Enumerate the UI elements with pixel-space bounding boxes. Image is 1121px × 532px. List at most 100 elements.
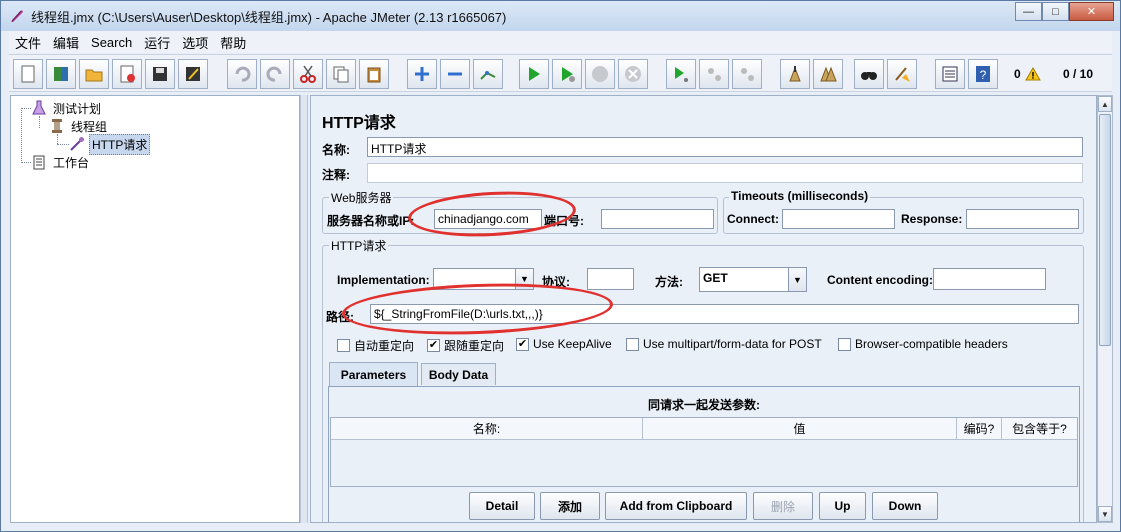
menu-options[interactable]: 选项 (176, 33, 214, 52)
stop-button[interactable] (585, 59, 615, 89)
pane-splitter[interactable] (300, 95, 308, 523)
method-value: GET (703, 271, 728, 285)
checkbox-box (838, 337, 851, 351)
detail-button[interactable]: Detail (469, 492, 535, 520)
browser-headers-checkbox[interactable]: Browser-compatible headers (838, 337, 1008, 351)
comment-label: 注释: (322, 168, 350, 182)
start-icon (529, 67, 540, 81)
delete-button[interactable]: 删除 (753, 492, 813, 520)
tab-parameters[interactable]: Parameters (329, 362, 418, 386)
auto-redirect-checkbox[interactable]: 自动重定向 (337, 337, 414, 354)
jmeter-feather-icon (11, 10, 23, 22)
minimize-button[interactable]: — (1015, 2, 1042, 21)
content-encoding-label: Content encoding: (827, 273, 933, 287)
collapse-all-button[interactable] (440, 59, 470, 89)
toggle-button[interactable] (473, 59, 503, 89)
tree-connector (57, 144, 69, 145)
chevron-down-icon: ▼ (788, 268, 806, 291)
scroll-thumb[interactable] (1099, 114, 1111, 346)
clear-button[interactable] (780, 59, 810, 89)
save-button[interactable] (145, 59, 175, 89)
window-controls: — □ ✕ (1015, 2, 1114, 21)
menu-help[interactable]: 帮助 (214, 33, 252, 52)
search-button[interactable] (854, 59, 884, 89)
reset-search-icon (895, 67, 910, 82)
shutdown-icon (625, 66, 641, 82)
new-button[interactable] (13, 59, 43, 89)
add-button[interactable]: 添加 (540, 492, 600, 520)
menu-run[interactable]: 运行 (138, 33, 176, 52)
toolbar: ? 0 0 / 10 (9, 54, 1112, 92)
comment-input[interactable] (367, 163, 1083, 183)
scroll-down-icon[interactable]: ▼ (1098, 506, 1112, 522)
column-header-encode[interactable]: 编码? (957, 418, 1002, 440)
response-timeout-label: Response: (901, 212, 963, 226)
multipart-checkbox[interactable]: Use multipart/form-data for POST (626, 337, 822, 351)
title-bar: 线程组.jmx (C:\Users\Auser\Desktop\线程组.jmx)… (1, 1, 1120, 31)
remote-start-icon (675, 67, 688, 82)
menu-edit[interactable]: 编辑 (47, 33, 85, 52)
checkbox-label: Use multipart/form-data for POST (643, 337, 822, 351)
tab-body-data[interactable]: Body Data (421, 363, 496, 385)
scroll-up-icon[interactable]: ▲ (1098, 96, 1112, 112)
start-button[interactable] (519, 59, 549, 89)
help-button[interactable]: ? (968, 59, 998, 89)
checkmark-icon: ✔ (427, 339, 440, 352)
close-button[interactable]: ✕ (1069, 2, 1114, 21)
follow-redirects-checkbox[interactable]: ✔ 跟随重定向 (427, 337, 504, 354)
templates-button[interactable] (46, 59, 76, 89)
tree-connector (39, 116, 40, 128)
save-screenshot-button[interactable] (178, 59, 208, 89)
expand-all-button[interactable] (407, 59, 437, 89)
open-button[interactable] (79, 59, 109, 89)
function-helper-button[interactable] (935, 59, 965, 89)
maximize-button[interactable]: □ (1042, 2, 1069, 21)
remote-shutdown-all-button[interactable] (732, 59, 762, 89)
method-label: 方法: (655, 275, 683, 289)
add-from-clipboard-button[interactable]: Add from Clipboard (605, 492, 747, 520)
menu-file[interactable]: 文件 (9, 33, 47, 52)
tree-item-test-plan[interactable]: 测试计划 (31, 99, 103, 117)
port-input[interactable] (601, 209, 714, 229)
name-input[interactable]: HTTP请求 (367, 137, 1083, 157)
up-button[interactable]: Up (819, 492, 866, 520)
remote-start-all-button[interactable] (666, 59, 696, 89)
redo-icon (266, 66, 282, 82)
cut-icon (300, 65, 316, 83)
shutdown-button[interactable] (618, 59, 648, 89)
tree-item-http-request[interactable]: HTTP请求 (69, 133, 151, 155)
start-no-pauses-button[interactable] (552, 59, 582, 89)
server-name-label: 服务器名称或IP: (327, 214, 415, 228)
connect-timeout-input[interactable] (782, 209, 895, 229)
new-icon (21, 65, 35, 83)
vertical-scrollbar[interactable]: ▲ ▼ (1097, 95, 1113, 523)
close-file-button[interactable] (112, 59, 142, 89)
protocol-input[interactable] (587, 268, 634, 290)
down-button[interactable]: Down (872, 492, 938, 520)
undo-button[interactable] (227, 59, 257, 89)
column-header-name[interactable]: 名称: (331, 418, 643, 440)
redo-button[interactable] (260, 59, 290, 89)
parameters-table[interactable]: 名称: 值 编码? 包含等于? (330, 417, 1078, 487)
tree-item-workbench[interactable]: 工作台 (31, 153, 91, 171)
warning-icon[interactable] (1025, 67, 1041, 81)
menu-bar: 文件 编辑 Search 运行 选项 帮助 (9, 31, 1112, 53)
paste-button[interactable] (359, 59, 389, 89)
clear-all-button[interactable] (813, 59, 843, 89)
tree-item-thread-group[interactable]: 线程组 (49, 117, 109, 135)
copy-button[interactable] (326, 59, 356, 89)
remote-shutdown-icon (741, 68, 754, 81)
remote-stop-all-button[interactable] (699, 59, 729, 89)
response-timeout-input[interactable] (966, 209, 1079, 229)
use-keepalive-checkbox[interactable]: ✔ Use KeepAlive (516, 337, 612, 351)
menu-search[interactable]: Search (85, 35, 138, 50)
reset-search-button[interactable] (887, 59, 917, 89)
method-select[interactable]: GET ▼ (699, 267, 807, 292)
timeouts-group-title: Timeouts (milliseconds) (729, 189, 871, 203)
tree-connector (21, 108, 31, 109)
cut-button[interactable] (293, 59, 323, 89)
column-header-value[interactable]: 值 (643, 418, 957, 440)
content-encoding-input[interactable] (933, 268, 1046, 290)
tree-label: HTTP请求 (89, 133, 151, 155)
column-header-include-equals[interactable]: 包含等于? (1002, 418, 1077, 440)
